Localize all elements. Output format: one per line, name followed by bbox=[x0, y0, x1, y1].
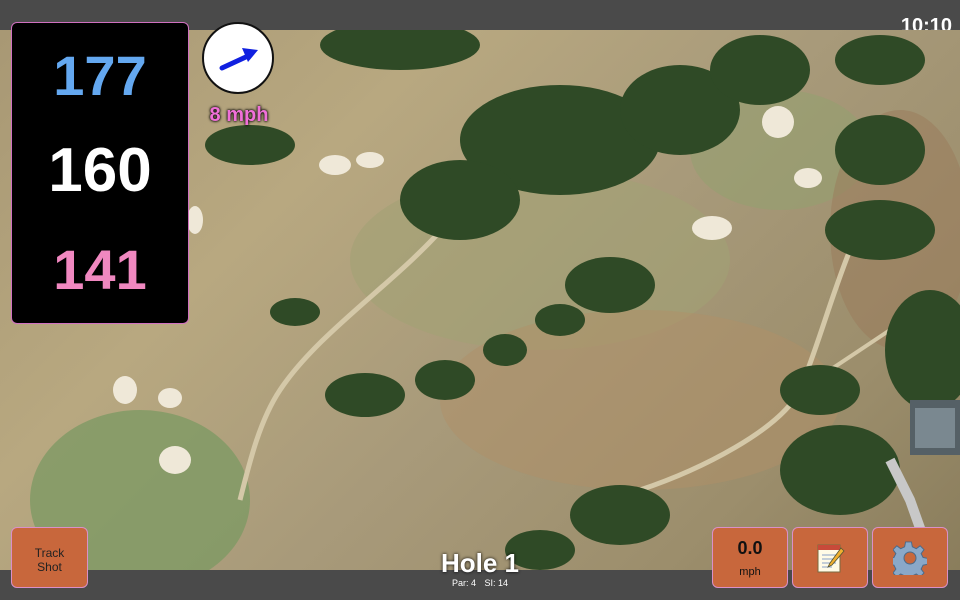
distance-front: 141 bbox=[53, 238, 147, 301]
track-shot-button[interactable]: Track Shot bbox=[11, 527, 88, 588]
speed-value: 0.0 bbox=[737, 538, 763, 558]
notepad-icon bbox=[817, 544, 845, 572]
hole-par: Par: 4 bbox=[451, 578, 476, 588]
wind-dial bbox=[202, 22, 274, 94]
hole-stroke-index: SI: 14 bbox=[484, 578, 509, 588]
gear-icon bbox=[893, 540, 927, 575]
wind-speed: 8 mph bbox=[209, 104, 269, 126]
distance-middle: 160 bbox=[48, 136, 152, 205]
distance-back: 177 bbox=[53, 44, 147, 107]
speed-unit: mph bbox=[739, 566, 761, 578]
hole-title: Hole 1 bbox=[440, 548, 520, 578]
distance-panel: 177 160 141 bbox=[11, 22, 189, 324]
settings-button[interactable] bbox=[872, 527, 948, 588]
hole-info: Par: 4 SI: 14 bbox=[400, 578, 560, 588]
wind-arrow-icon bbox=[219, 48, 258, 71]
speed-button[interactable]: 0.0 mph bbox=[712, 527, 788, 588]
track-shot-label-line2: Shot bbox=[37, 560, 62, 574]
notes-button[interactable] bbox=[792, 527, 868, 588]
track-shot-label-line1: Track bbox=[34, 546, 65, 560]
